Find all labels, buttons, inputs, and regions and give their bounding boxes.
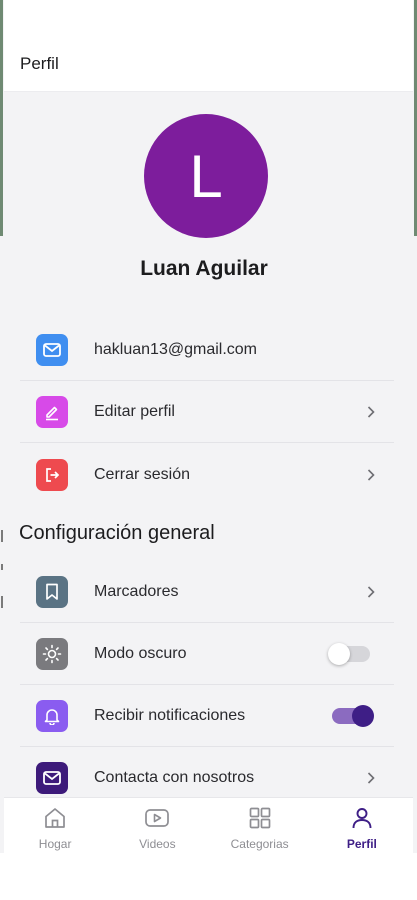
logout-icon (36, 458, 68, 491)
settings-section-title: Configuración general (19, 522, 215, 544)
tab-profile-label: Perfil (346, 837, 377, 851)
profile-sheet: L Luan Aguilar hakluan13@gmail.com Edita… (4, 92, 413, 797)
notifications-toggle[interactable] (332, 705, 374, 727)
header-bar: Perfil (4, 0, 413, 92)
tab-videos[interactable]: Videos (106, 798, 208, 853)
bottom-tab-bar: Hogar Videos Categorias Perfil (4, 797, 413, 853)
bell-icon (36, 700, 68, 732)
bookmarks-row[interactable]: Marcadores (20, 562, 394, 623)
user-name: Luan Aguilar (140, 257, 268, 280)
home-icon (43, 807, 67, 834)
sun-icon (36, 638, 68, 670)
edit-profile-row[interactable]: Editar perfil (20, 382, 394, 443)
tab-home[interactable]: Hogar (4, 798, 106, 853)
chevron-right-icon (362, 769, 380, 787)
dark-mode-row: Modo oscuro (20, 624, 394, 685)
bookmarks-label: Marcadores (94, 583, 179, 600)
avatar-initial: L (189, 142, 223, 210)
toggle-knob (328, 643, 350, 665)
email-row: hakluan13@gmail.com (20, 320, 394, 381)
toggle-knob (352, 705, 374, 727)
tab-home-label: Hogar (38, 837, 72, 851)
logout-label: Cerrar sesión (94, 465, 191, 483)
chevron-right-icon (362, 403, 380, 421)
page-title: Perfil (20, 54, 59, 73)
grid-icon (248, 807, 272, 834)
tab-categories-label: Categorias (230, 837, 289, 851)
email-text: hakluan13@gmail.com (94, 341, 257, 358)
pencil-icon (36, 396, 68, 428)
mail-icon (36, 761, 68, 794)
avatar: L (144, 114, 268, 238)
tab-videos-label: Videos (139, 837, 176, 851)
mail-icon (36, 334, 68, 366)
bottom-safe-area (0, 853, 417, 900)
play-icon (144, 807, 170, 834)
user-icon (350, 807, 374, 834)
contact-label: Contacta con nosotros (94, 768, 255, 786)
notifications-label: Recibir notificaciones (94, 707, 246, 724)
logout-row[interactable]: Cerrar sesión (20, 444, 394, 505)
bookmark-icon (36, 576, 68, 608)
chevron-right-icon (362, 583, 380, 601)
tab-profile[interactable]: Perfil (311, 798, 413, 853)
dark-mode-toggle[interactable] (328, 643, 370, 665)
notifications-row: Recibir notificaciones (20, 686, 394, 747)
edit-profile-label: Editar perfil (94, 403, 175, 420)
chevron-right-icon (362, 466, 380, 484)
tab-categories[interactable]: Categorias (209, 798, 311, 853)
dark-mode-label: Modo oscuro (94, 645, 187, 662)
background-edge-left (0, 0, 3, 236)
